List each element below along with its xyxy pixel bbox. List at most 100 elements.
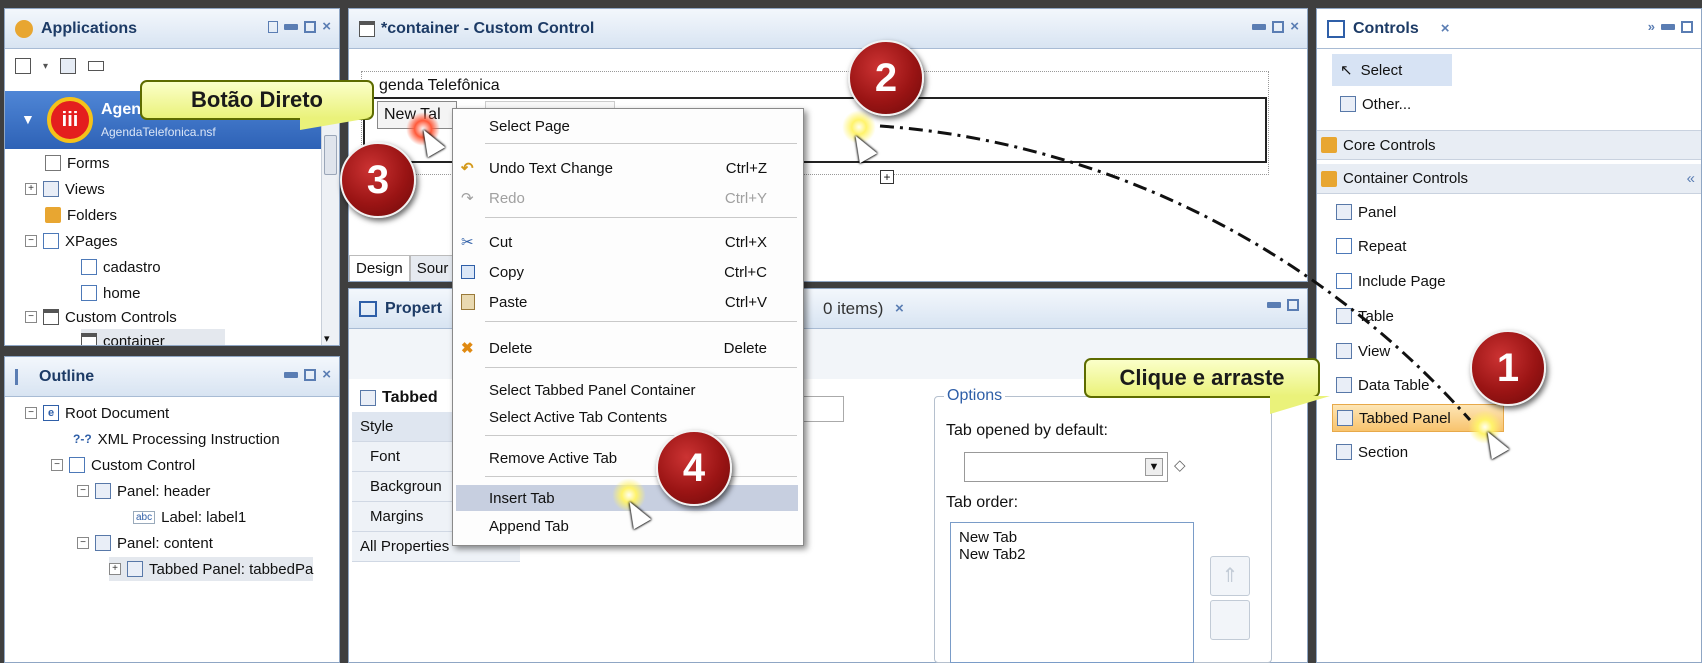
- other-icon: [1340, 96, 1356, 112]
- menu-paste[interactable]: Paste Ctrl+V: [453, 289, 803, 315]
- maximize-icon[interactable]: [304, 368, 317, 381]
- palette-panel[interactable]: Panel: [1336, 198, 1396, 226]
- tab-order-item[interactable]: New Tab: [959, 529, 1185, 546]
- outline-title: Outline: [39, 367, 95, 385]
- diamond-icon[interactable]: ◇: [1174, 456, 1186, 474]
- link-icon[interactable]: [88, 61, 105, 71]
- collapse-drawer-icon[interactable]: «: [1687, 170, 1695, 187]
- step-badge-1: 1: [1470, 330, 1546, 406]
- expand-arrow-icon[interactable]: ▼: [21, 111, 35, 127]
- outline-panel-header[interactable]: − Panel: header: [77, 479, 210, 503]
- outline-root-document[interactable]: − e Root Document: [25, 401, 169, 425]
- maximize-icon[interactable]: [1681, 20, 1693, 33]
- tree-item-folders[interactable]: Folders: [45, 203, 117, 227]
- tree-item-container[interactable]: container: [81, 329, 225, 345]
- tabbed-panel-icon: [360, 390, 376, 406]
- menu-separator: [485, 143, 797, 144]
- source-tab[interactable]: Sour: [409, 255, 456, 281]
- panel-icon: [95, 535, 111, 551]
- copy-icon: [461, 265, 475, 279]
- expand-icon[interactable]: +: [25, 183, 37, 195]
- outline-custom-control[interactable]: − Custom Control: [51, 453, 195, 477]
- outline-xml-pi[interactable]: ?-? XML Processing Instruction: [73, 427, 280, 451]
- tree-item-home[interactable]: home: [81, 281, 141, 305]
- tree-item-xpages[interactable]: − XPages: [25, 229, 118, 253]
- menu-delete[interactable]: ✖ Delete Delete: [453, 335, 803, 361]
- palette-repeat[interactable]: Repeat: [1336, 232, 1406, 260]
- menu-select-container[interactable]: Select Tabbed Panel Container: [453, 377, 803, 403]
- close-icon[interactable]: ×: [1290, 19, 1299, 34]
- minimize-icon[interactable]: [1267, 302, 1281, 308]
- scissors-icon: ✂: [461, 234, 474, 251]
- outline-tabbed-panel[interactable]: + Tabbed Panel: tabbedPa: [109, 557, 314, 581]
- chevron-down-icon[interactable]: ▼: [1145, 458, 1163, 476]
- outline-label[interactable]: abc Label: label1: [133, 505, 246, 529]
- palette-data-table[interactable]: Data Table: [1336, 371, 1429, 399]
- other-tool[interactable]: Other...: [1332, 88, 1411, 120]
- menu-cut[interactable]: ✂ Cut Ctrl+X: [453, 229, 803, 255]
- menu-undo[interactable]: ↶ Undo Text Change Ctrl+Z: [453, 155, 803, 181]
- menu-select-page[interactable]: Select Page: [453, 113, 803, 139]
- tree-icon[interactable]: [60, 58, 77, 74]
- minimize-icon[interactable]: [284, 371, 299, 378]
- options-legend: Options: [944, 387, 1006, 405]
- collapse-icon[interactable]: −: [77, 537, 89, 549]
- palette-section[interactable]: Section: [1336, 438, 1408, 466]
- pointer-icon: ↖: [1340, 62, 1353, 79]
- tree-item-cadastro[interactable]: cadastro: [81, 255, 161, 279]
- tab-order-label: Tab order:: [946, 494, 1019, 511]
- palette-include-page[interactable]: Include Page: [1336, 267, 1446, 295]
- palette-table[interactable]: Table: [1336, 302, 1394, 330]
- step-badge-2: 2: [848, 40, 924, 116]
- tab-order-item[interactable]: New Tab2: [959, 546, 1185, 563]
- tree-item-custom-controls[interactable]: − Custom Controls: [25, 305, 177, 329]
- data-table-icon: [1336, 377, 1352, 393]
- expand-icon[interactable]: +: [109, 563, 121, 575]
- minimize-icon[interactable]: [284, 23, 299, 30]
- chevron-down-icon[interactable]: »: [1648, 19, 1655, 34]
- maximize-icon[interactable]: [304, 20, 317, 33]
- tab-opened-label: Tab opened by default:: [946, 422, 1108, 439]
- tree-item-forms[interactable]: Forms: [45, 151, 110, 175]
- menu-redo[interactable]: ↷ Redo Ctrl+Y: [453, 185, 803, 211]
- scroll-down-icon[interactable]: ▾: [324, 332, 330, 345]
- close-icon[interactable]: ×: [322, 367, 331, 382]
- menu-remove-tab[interactable]: Remove Active Tab: [453, 445, 803, 471]
- controls-title: Controls: [1353, 19, 1419, 37]
- container-controls-drawer[interactable]: Container Controls «: [1317, 164, 1701, 194]
- design-tab[interactable]: Design: [349, 255, 410, 281]
- minimize-icon[interactable]: [1661, 23, 1675, 30]
- move-up-button[interactable]: ⇑: [1210, 556, 1250, 596]
- callout-direct-tail: [300, 118, 370, 130]
- view-icon: [43, 181, 59, 197]
- collapse-icon[interactable]: −: [25, 235, 37, 247]
- tree-item-views[interactable]: + Views: [25, 177, 105, 201]
- close-icon[interactable]: ×: [1441, 21, 1450, 36]
- canvas-text: genda Telefônica: [379, 77, 500, 94]
- view-menu-icon[interactable]: [268, 20, 279, 33]
- collapse-icon[interactable]: −: [25, 311, 37, 323]
- scrollbar-thumb[interactable]: [324, 135, 337, 175]
- select-tool[interactable]: ↖ Select: [1332, 54, 1452, 86]
- core-controls-drawer[interactable]: Core Controls: [1317, 130, 1701, 160]
- applications-title: Applications: [41, 19, 138, 37]
- collapse-icon[interactable]: −: [77, 485, 89, 497]
- menu-select-active[interactable]: Select Active Tab Contents: [453, 404, 803, 430]
- close-icon[interactable]: ×: [895, 301, 904, 316]
- menu-copy[interactable]: Copy Ctrl+C: [453, 259, 803, 285]
- maximize-icon[interactable]: [1287, 299, 1299, 311]
- editor-view-header: *container - Custom Control ×: [349, 9, 1307, 49]
- collapse-icon[interactable]: −: [51, 459, 63, 471]
- dropdown-icon[interactable]: ▾: [43, 61, 48, 72]
- minimize-icon[interactable]: [1252, 23, 1267, 30]
- palette-view[interactable]: View: [1336, 337, 1390, 365]
- close-icon[interactable]: ×: [322, 19, 331, 34]
- move-down-button[interactable]: [1210, 600, 1250, 640]
- collapse-icon[interactable]: −: [25, 407, 37, 419]
- new-icon[interactable]: [15, 58, 31, 74]
- tab-order-list[interactable]: New Tab New Tab2: [950, 522, 1194, 663]
- maximize-icon[interactable]: [1272, 20, 1285, 33]
- tab-opened-select[interactable]: ▼: [964, 452, 1168, 482]
- outline-panel-content[interactable]: − Panel: content: [77, 531, 213, 555]
- drop-plus-icon: +: [880, 170, 894, 184]
